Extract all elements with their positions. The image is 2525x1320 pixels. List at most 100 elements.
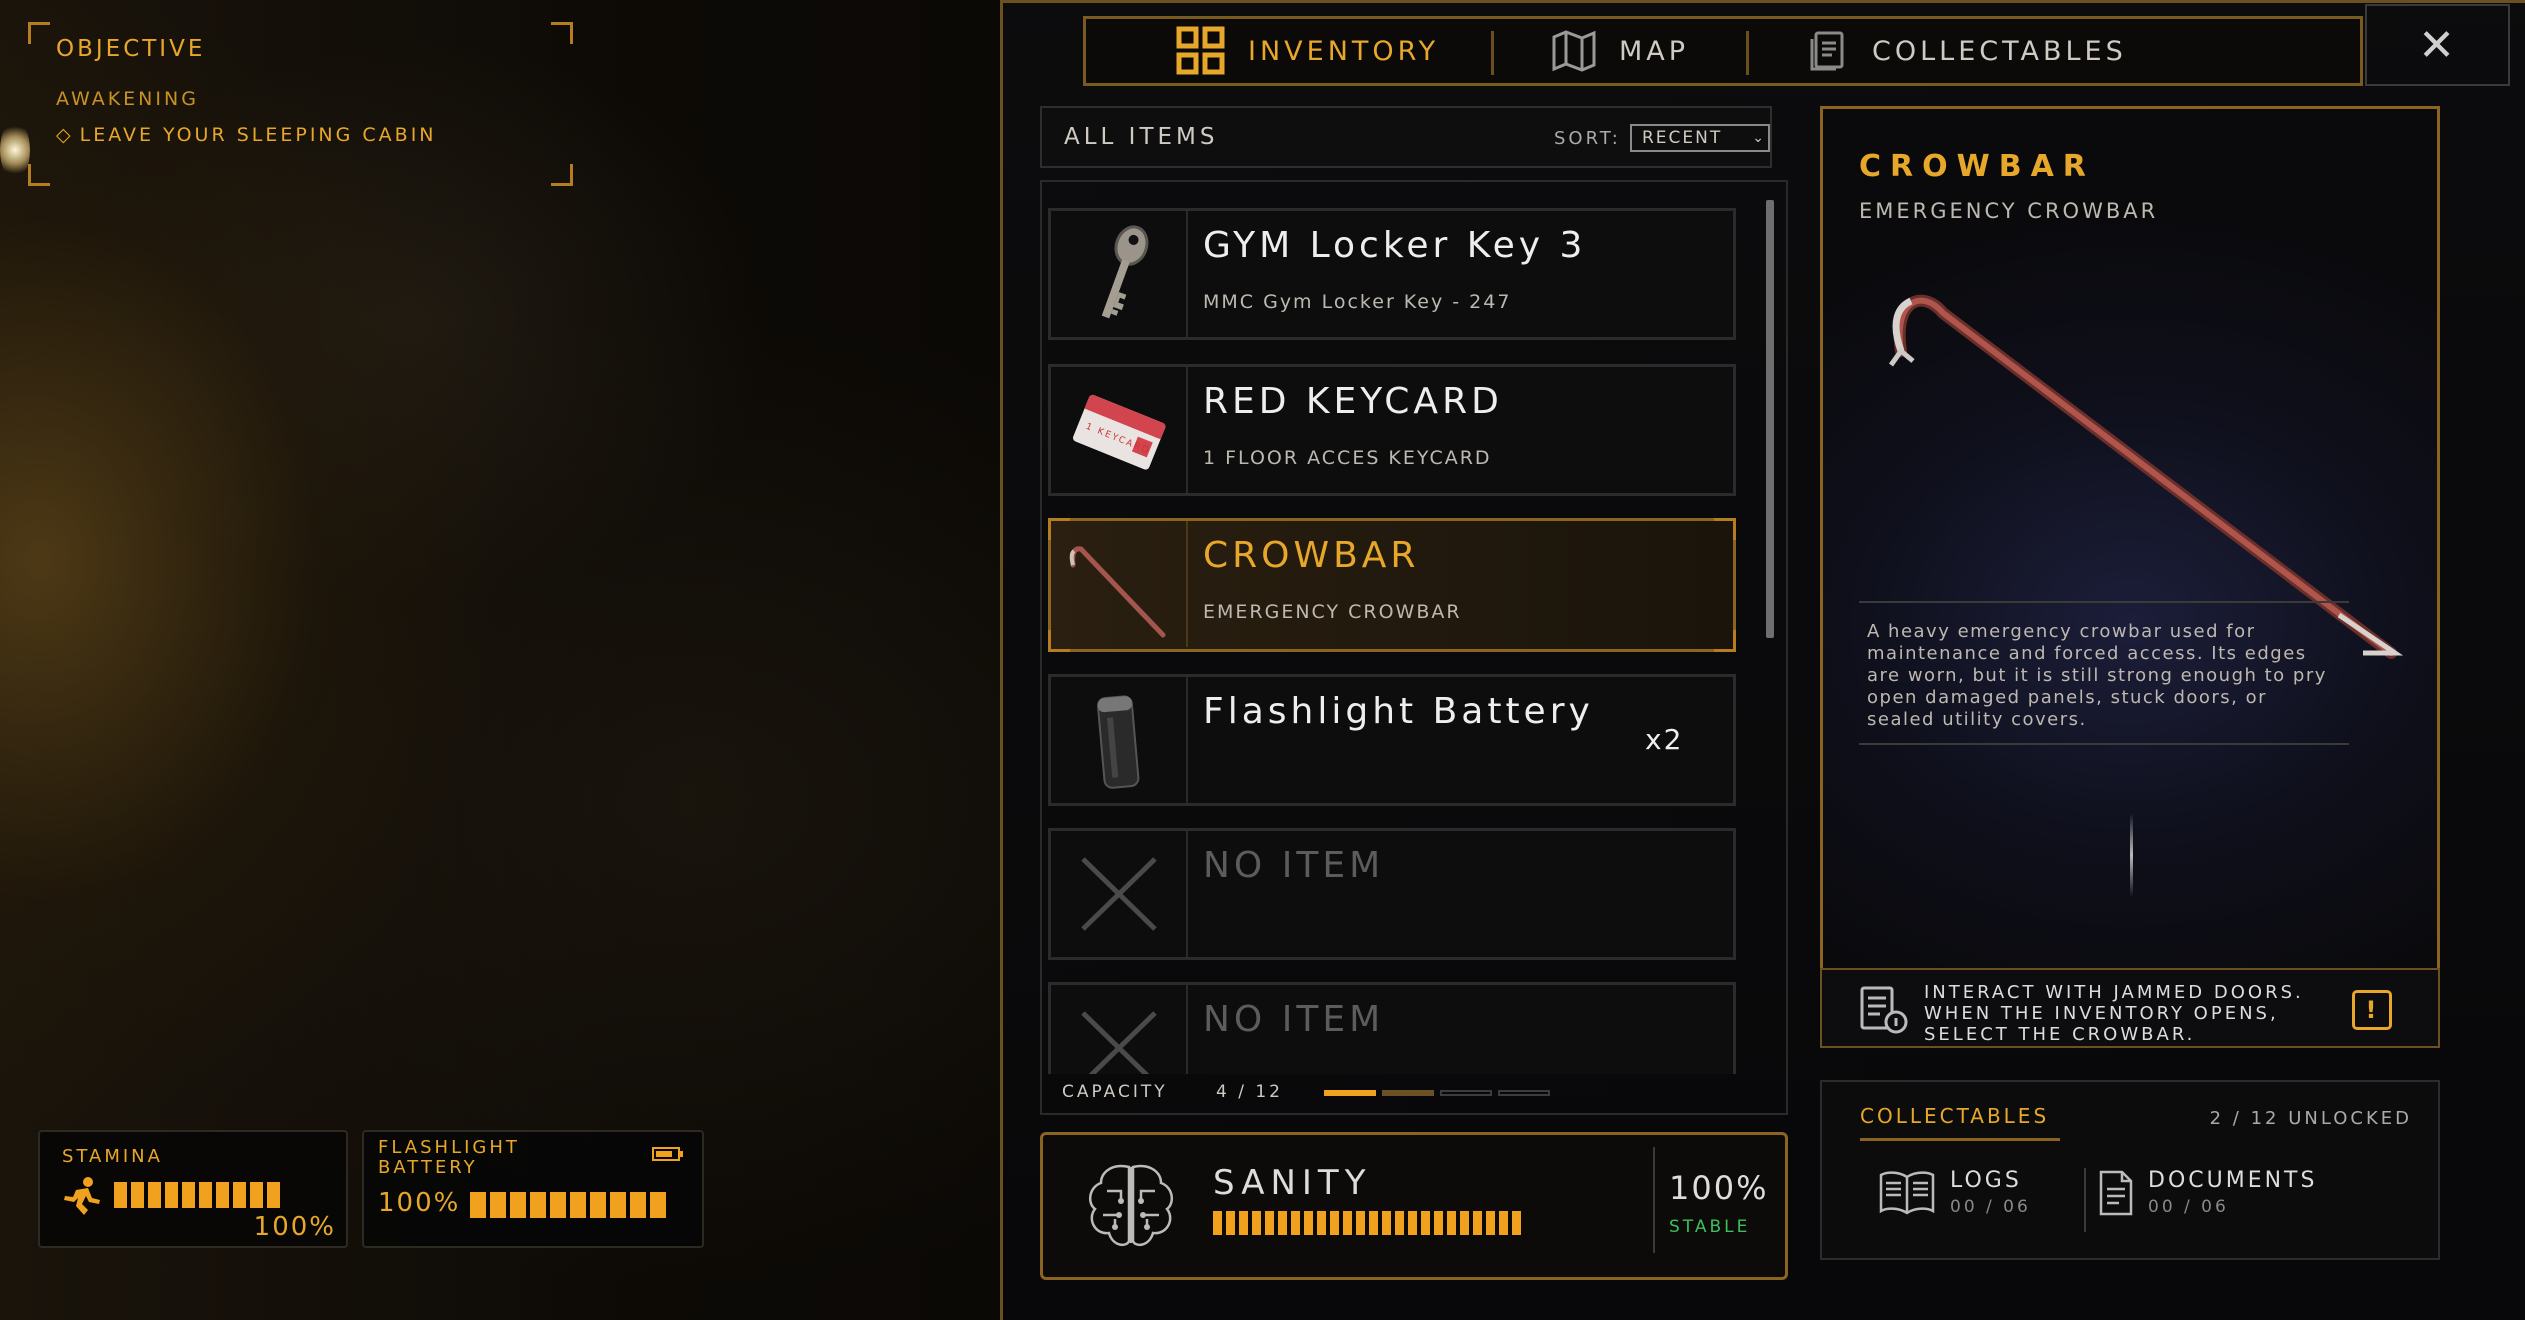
brain-icon <box>1081 1157 1181 1261</box>
objective-task-text: LEAVE YOUR SLEEPING CABIN <box>79 124 437 146</box>
crowbar-icon <box>1069 546 1166 638</box>
battery-label-line1: FLASHLIGHT <box>378 1137 520 1158</box>
list-item[interactable]: Flashlight Battery x2 <box>1048 674 1736 806</box>
stamina-label: STAMINA <box>62 1146 163 1167</box>
tab-bar: INVENTORY MAP COLLECTABLES <box>1083 16 2363 86</box>
bar-segment <box>1460 1211 1469 1235</box>
hint-box: INTERACT WITH JAMMED DOORS. WHEN THE INV… <box>1820 968 2440 1048</box>
item-thumb: 1 KEYCARD <box>1051 367 1188 493</box>
bar-segment <box>148 1182 161 1208</box>
sort-dropdown[interactable]: RECENT ⌄ <box>1630 124 1770 152</box>
logs-counter[interactable]: LOGS 00 / 06 <box>1878 1168 2031 1217</box>
close-button[interactable]: ✕ <box>2365 4 2510 86</box>
battery-label: FLASHLIGHT BATTERY <box>378 1138 520 1178</box>
empty-slot-icon <box>1081 857 1157 931</box>
list-scrollbar[interactable] <box>1766 200 1774 638</box>
bar-segment <box>250 1182 263 1208</box>
item-subtitle: 1 FLOOR ACCES KEYCARD <box>1203 447 1492 469</box>
close-icon: ✕ <box>2418 19 2457 71</box>
bar-segment <box>1421 1211 1430 1235</box>
list-item-selected[interactable]: CROWBAR EMERGENCY CROWBAR <box>1048 518 1736 652</box>
item-subtitle: EMERGENCY CROWBAR <box>1203 601 1462 623</box>
item-detail-panel: CROWBAR EMERGENCY CROWBAR A heavy emerge… <box>1820 106 2440 1046</box>
sanity-bar <box>1213 1211 1525 1235</box>
bar-segment <box>1382 1211 1391 1235</box>
item-thumb <box>1051 521 1188 647</box>
collectables-underline <box>1860 1138 2060 1141</box>
document-info-icon <box>1858 984 1910 1040</box>
bar-segment <box>1447 1211 1456 1235</box>
bar-segment <box>470 1192 486 1218</box>
book-icon <box>1879 1170 1935 1215</box>
detail-marker <box>2130 813 2133 897</box>
bar-segment <box>1278 1211 1287 1235</box>
item-thumb <box>1051 985 1188 1074</box>
tab-map-label: MAP <box>1619 35 1690 67</box>
item-name: RED KEYCARD <box>1203 381 1503 422</box>
stamina-value: 100% <box>253 1212 336 1242</box>
detail-subtitle: EMERGENCY CROWBAR <box>1859 199 2159 223</box>
bar-segment <box>1239 1211 1248 1235</box>
bar-segment <box>650 1192 666 1218</box>
documents-icon <box>1810 31 1844 71</box>
item-subtitle: MMC Gym Locker Key - 247 <box>1203 291 1512 313</box>
tab-map[interactable]: MAP <box>1551 19 1689 83</box>
logs-label: LOGS <box>1950 1168 2022 1193</box>
list-item-empty[interactable]: NO ITEM <box>1048 828 1736 960</box>
tab-collectables[interactable]: COLLECTABLES <box>1806 19 2127 83</box>
bar-segment <box>630 1192 646 1218</box>
tab-inventory[interactable]: INVENTORY <box>1176 19 1439 83</box>
battery-icon <box>1096 695 1140 789</box>
hint-text: INTERACT WITH JAMMED DOORS. WHEN THE INV… <box>1924 982 2304 1045</box>
item-thumb <box>1051 677 1188 803</box>
bar-segment <box>233 1182 246 1208</box>
bar-segment <box>590 1192 606 1218</box>
bar-segment <box>610 1192 626 1218</box>
capacity-label: CAPACITY <box>1062 1082 1168 1102</box>
sanity-divider <box>1653 1147 1655 1253</box>
collectables-unlocked: 2 / 12 UNLOCKED <box>2209 1108 2412 1129</box>
documents-label: DOCUMENTS <box>2148 1168 2318 1193</box>
bar-segment <box>1369 1211 1378 1235</box>
bar-segment <box>530 1192 546 1218</box>
collectables-divider <box>2084 1168 2086 1232</box>
map-icon <box>1552 30 1596 72</box>
diamond-icon: ◇ <box>56 124 74 146</box>
logs-value: 00 / 06 <box>1950 1197 2031 1217</box>
item-name: CROWBAR <box>1203 535 1420 576</box>
warning-icon: ! <box>2352 990 2392 1030</box>
bar-segment <box>199 1182 212 1208</box>
bar-segment <box>182 1182 195 1208</box>
sanity-status: STABLE <box>1669 1217 1751 1237</box>
bar-segment <box>1330 1211 1339 1235</box>
collectables-heading: COLLECTABLES <box>1860 1104 2050 1128</box>
bar-segment <box>1512 1211 1521 1235</box>
stamina-panel: STAMINA 100% <box>38 1130 348 1248</box>
collectables-panel: COLLECTABLES 2 / 12 UNLOCKED LOGS 00 / 0… <box>1820 1080 2440 1260</box>
objective-heading: OBJECTIVE <box>56 36 206 62</box>
bar-segment <box>1343 1211 1352 1235</box>
sort-value: RECENT <box>1642 128 1723 148</box>
bar-segment <box>131 1182 144 1208</box>
flashlight-battery-panel: FLASHLIGHT BATTERY 100% <box>362 1130 704 1248</box>
capacity-pager <box>1324 1090 1550 1096</box>
capacity-page-indicator <box>1440 1090 1492 1096</box>
bar-segment <box>1252 1211 1261 1235</box>
keycard-icon: 1 KEYCARD <box>1073 394 1166 470</box>
battery-level-icon <box>652 1146 684 1166</box>
list-item[interactable]: 1 KEYCARD RED KEYCARD 1 FLOOR ACCES KEYC… <box>1048 364 1736 496</box>
warning-icon-glyph: ! <box>2365 996 2379 1024</box>
documents-counter[interactable]: DOCUMENTS 00 / 06 <box>2098 1168 2317 1217</box>
bar-segment <box>1408 1211 1417 1235</box>
sanity-panel: SANITY 100% STABLE <box>1040 1132 1788 1280</box>
bar-segment <box>1304 1211 1313 1235</box>
item-name: Flashlight Battery <box>1203 691 1594 732</box>
list-header: ALL ITEMS SORT: RECENT ⌄ <box>1040 106 1772 168</box>
list-item-empty[interactable]: NO ITEM <box>1048 982 1736 1074</box>
capacity-value: 4 / 12 <box>1216 1082 1283 1102</box>
bar-segment <box>1395 1211 1404 1235</box>
running-icon <box>62 1176 102 1225</box>
item-thumb <box>1051 211 1188 337</box>
detail-divider <box>1859 743 2349 745</box>
list-item[interactable]: GYM Locker Key 3 MMC Gym Locker Key - 24… <box>1048 208 1736 340</box>
